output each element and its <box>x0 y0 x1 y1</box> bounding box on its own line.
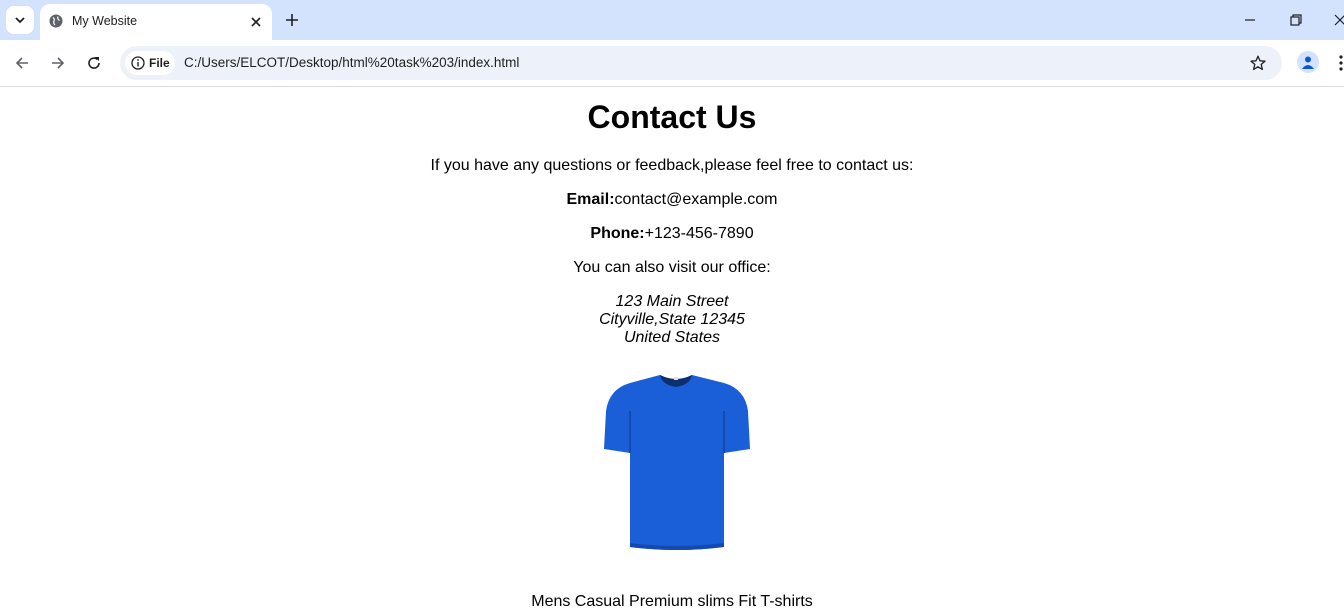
menu-button[interactable] <box>1336 52 1344 74</box>
forward-button[interactable] <box>46 51 70 75</box>
page-title: Contact Us <box>587 99 757 135</box>
phone-line: Phone:+123-456-7890 <box>0 225 1344 243</box>
phone-label: Phone: <box>590 225 645 242</box>
intro-text: If you have any questions or feedback,pl… <box>430 157 914 174</box>
back-button[interactable] <box>10 51 34 75</box>
address-bar[interactable]: File C:/Users/ELCOT/Desktop/html%20task%… <box>120 46 1282 80</box>
tab-search-button[interactable] <box>6 6 34 34</box>
close-icon <box>251 17 261 27</box>
reload-icon <box>88 57 100 69</box>
restore-icon <box>1290 14 1302 26</box>
address-line: 123 Main Street <box>615 293 729 310</box>
star-icon <box>1250 55 1266 71</box>
product-caption: Mens Casual Premium slims Fit T-shirts <box>531 593 813 610</box>
site-info-chip[interactable]: File <box>125 51 175 75</box>
url-text: C:/Users/ELCOT/Desktop/html%20task%203/i… <box>184 55 520 70</box>
browser-toolbar: File C:/Users/ELCOT/Desktop/html%20task%… <box>0 40 1344 87</box>
bookmark-button[interactable] <box>1248 53 1268 73</box>
email-label: Email: <box>566 191 615 208</box>
phone-value: +123-456-7890 <box>644 225 754 242</box>
site-chip-label: File <box>149 56 170 70</box>
visit-text: You can also visit our office: <box>573 259 771 276</box>
plus-icon <box>286 14 298 26</box>
more-vert-icon <box>1339 55 1343 71</box>
minimize-icon <box>1245 19 1255 21</box>
tab-close-button[interactable] <box>246 12 266 32</box>
info-icon <box>131 56 145 70</box>
office-address: 123 Main Street Cityville,State 12345 Un… <box>0 293 1344 347</box>
address-line: United States <box>623 329 721 346</box>
reload-button[interactable] <box>82 51 106 75</box>
profile-button[interactable] <box>1297 51 1319 73</box>
minimize-button[interactable] <box>1238 8 1262 32</box>
chevron-down-icon <box>15 17 25 24</box>
tab-my-website[interactable]: My Website <box>40 4 272 40</box>
tshirt-image <box>604 375 750 550</box>
arrow-right-icon <box>52 57 65 69</box>
arrow-left-icon <box>15 57 28 69</box>
tab-strip: My Website <box>0 0 1344 40</box>
person-icon <box>1302 56 1314 69</box>
page-viewport: Contact Us If you have any questions or … <box>0 87 1344 610</box>
tab-title: My Website <box>72 14 138 28</box>
close-window-button[interactable] <box>1328 8 1344 32</box>
close-icon <box>1334 14 1344 26</box>
new-tab-button[interactable] <box>281 9 303 31</box>
globe-icon <box>49 14 63 28</box>
address-line: Cityville,State 12345 <box>599 311 745 328</box>
email-line: Email:contact@example.com <box>0 191 1344 209</box>
email-value: contact@example.com <box>614 191 778 208</box>
restore-button[interactable] <box>1284 8 1308 32</box>
